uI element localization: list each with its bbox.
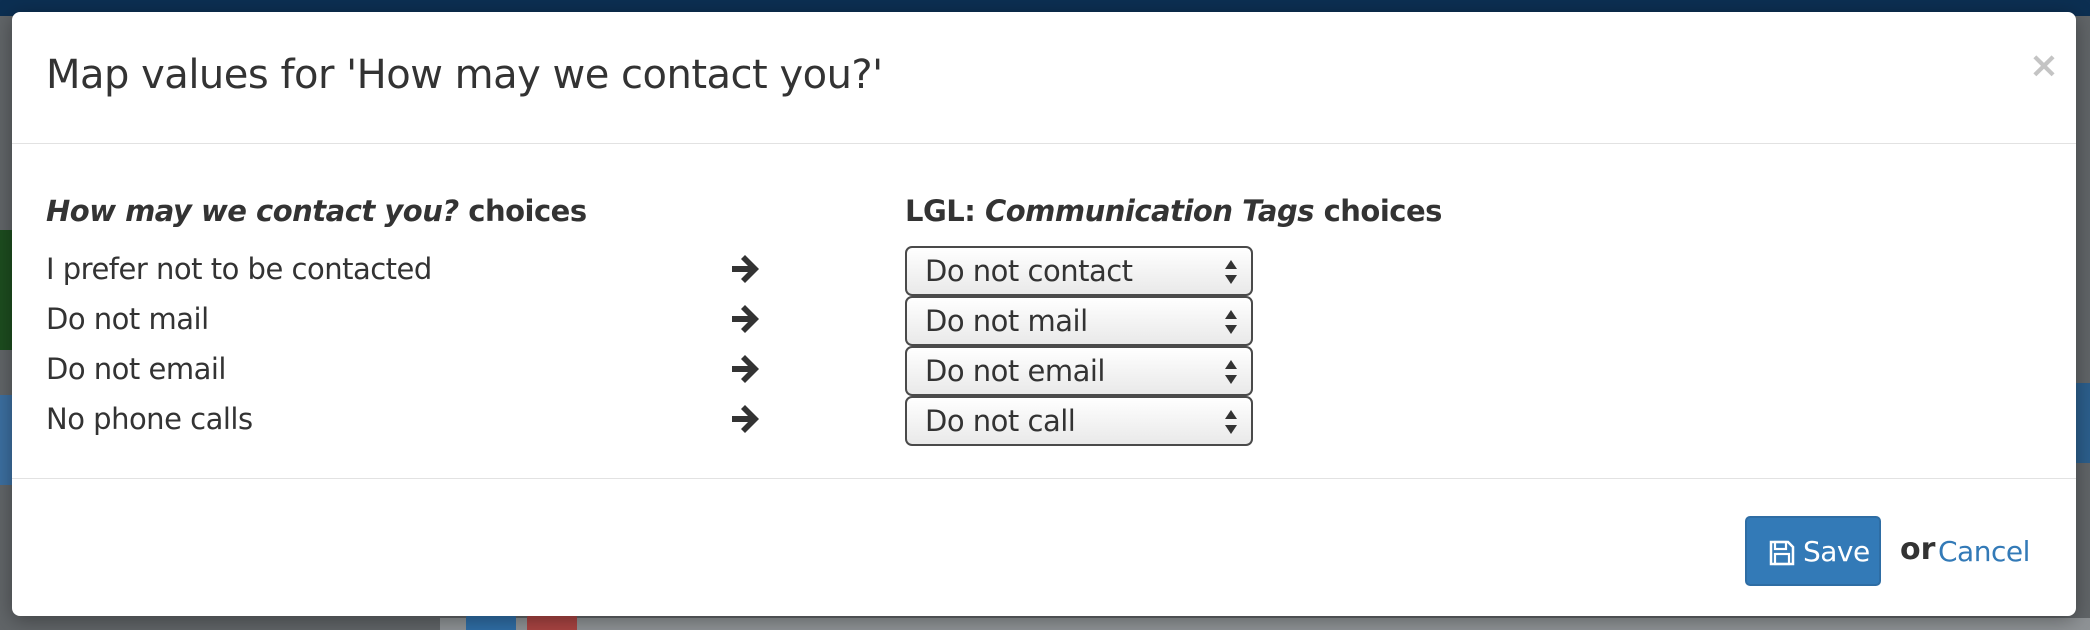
source-choice-label: Do not email — [46, 352, 226, 386]
target-choice-select[interactable]: Do not contact — [905, 246, 1253, 296]
mapping-row: Do not email Do not email — [12, 346, 2076, 396]
select-caret-icon — [1225, 260, 1237, 284]
close-icon[interactable]: × — [2024, 46, 2064, 86]
source-choice-label: No phone calls — [46, 402, 253, 436]
target-choice-value: Do not mail — [925, 304, 1088, 338]
mapping-row: I prefer not to be contacted Do not cont… — [12, 246, 2076, 296]
target-choice-select[interactable]: Do not call — [905, 396, 1253, 446]
background-panel — [0, 395, 12, 485]
select-caret-icon — [1225, 410, 1237, 434]
source-choice-label: Do not mail — [46, 302, 209, 336]
source-column-heading: How may we contact you? choices — [46, 194, 587, 228]
source-choice-label: I prefer not to be contacted — [46, 252, 432, 286]
background-button — [466, 614, 516, 630]
background-row — [440, 618, 2090, 630]
select-caret-icon — [1225, 310, 1237, 334]
target-heading-suffix: choices — [1314, 194, 1443, 228]
arrow-right-icon — [732, 305, 759, 333]
target-field-name: Communication Tags — [984, 194, 1315, 228]
mapping-row: Do not mail Do not mail — [12, 296, 2076, 346]
select-caret-icon — [1225, 360, 1237, 384]
target-heading-prefix: LGL: — [905, 194, 985, 228]
save-button-label: Save — [1803, 535, 1870, 568]
target-choice-value: Do not contact — [925, 254, 1133, 288]
modal-header: Map values for 'How may we contact you?'… — [12, 12, 2076, 144]
map-values-modal: Map values for 'How may we contact you?'… — [12, 12, 2076, 616]
or-text: or — [1900, 532, 1936, 567]
cancel-link[interactable]: Cancel — [1938, 535, 2030, 568]
source-field-name: How may we contact you? — [46, 194, 459, 228]
arrow-right-icon — [732, 355, 759, 383]
target-choice-value: Do not call — [925, 404, 1076, 438]
mapping-row: No phone calls Do not call — [12, 396, 2076, 446]
background-panel — [0, 230, 12, 350]
save-button[interactable]: Save — [1745, 516, 1881, 586]
target-choice-select[interactable]: Do not mail — [905, 296, 1253, 346]
background-button — [527, 614, 577, 630]
target-column-heading: LGL: Communication Tags choices — [905, 194, 1442, 228]
floppy-disk-icon — [1769, 540, 1795, 566]
source-heading-suffix: choices — [458, 194, 587, 228]
modal-body: How may we contact you? choices LGL: Com… — [12, 144, 2076, 479]
target-choice-value: Do not email — [925, 354, 1105, 388]
target-choice-select[interactable]: Do not email — [905, 346, 1253, 396]
background-panel — [2076, 383, 2090, 463]
arrow-right-icon — [732, 255, 759, 283]
modal-footer: Save or Cancel — [12, 479, 2076, 616]
modal-title: Map values for 'How may we contact you?' — [46, 52, 883, 98]
arrow-right-icon — [732, 405, 759, 433]
